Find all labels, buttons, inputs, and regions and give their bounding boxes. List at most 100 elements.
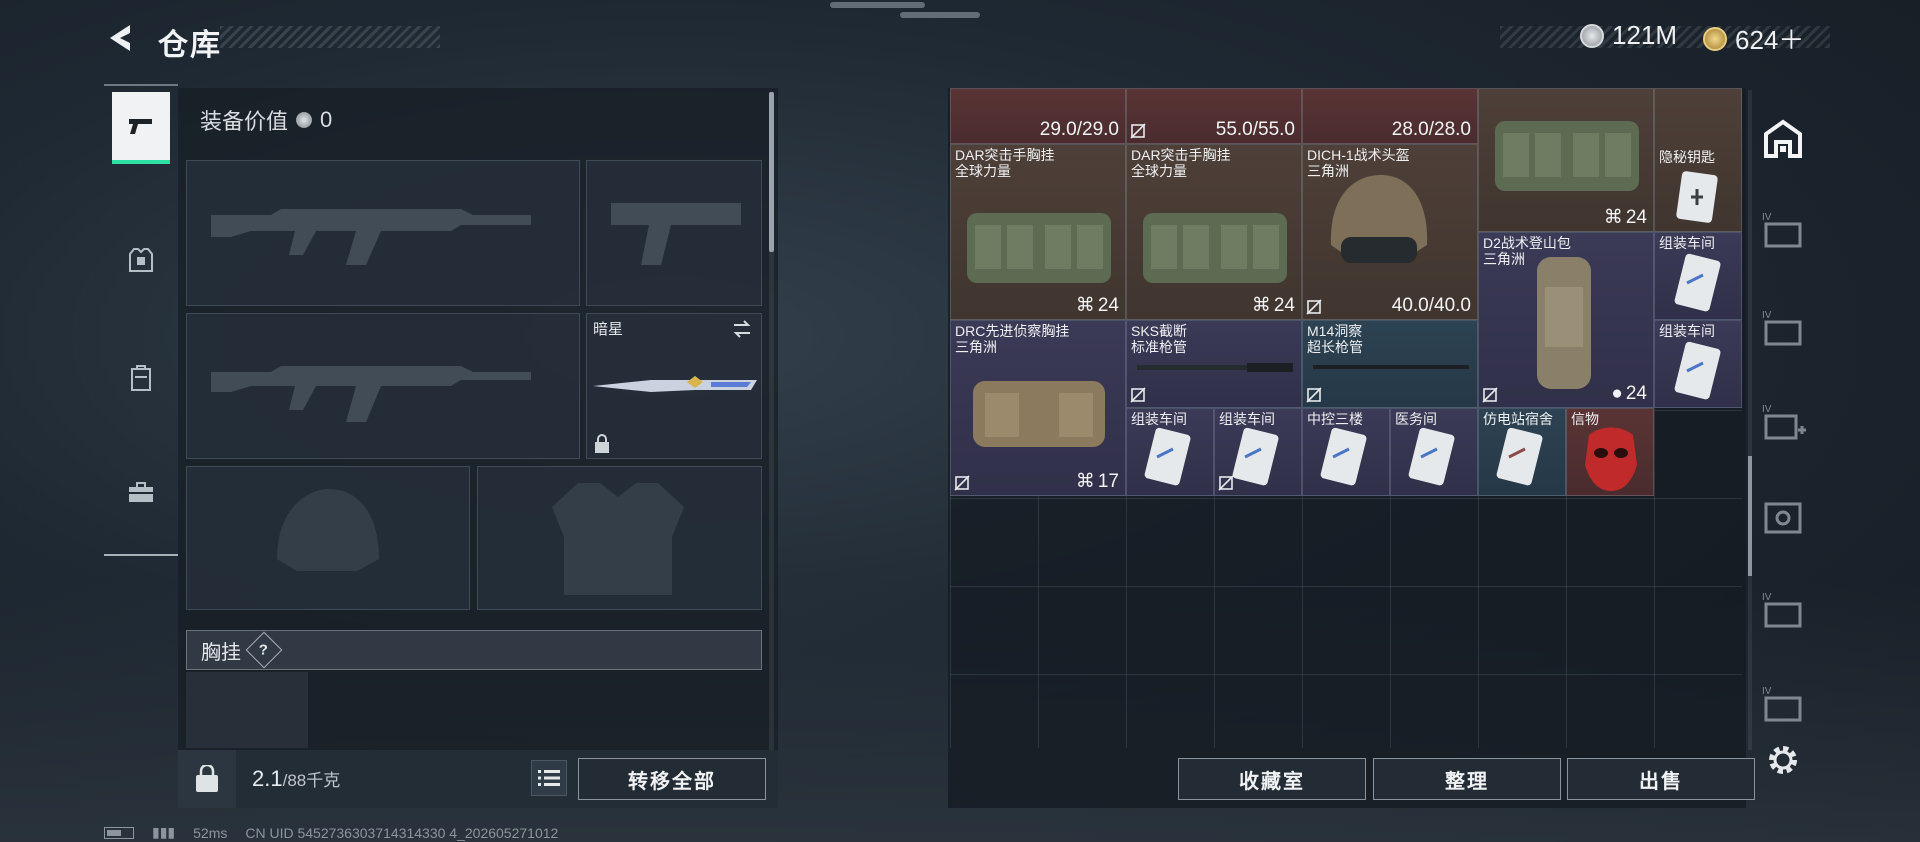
- stash-item[interactable]: DRC先进侦察胸挂 三角洲 ⌘ 17: [950, 320, 1126, 496]
- stash-item[interactable]: 中控三楼: [1302, 408, 1390, 496]
- tab-armor[interactable]: [112, 224, 170, 296]
- pistol-slot[interactable]: [586, 160, 762, 306]
- list-icon: [538, 770, 560, 786]
- stack-icon: ⌘: [1251, 295, 1271, 316]
- briefcase-icon: [129, 482, 153, 502]
- tab-case[interactable]: [112, 456, 170, 528]
- stash-item[interactable]: 组装车间: [1654, 320, 1742, 408]
- stash-item[interactable]: ⌘ 24: [1478, 88, 1654, 232]
- svg-text:IV: IV: [1762, 310, 1772, 321]
- armor-icon: [129, 248, 153, 272]
- key-card-icon: [1496, 427, 1543, 486]
- tab-weapons[interactable]: [112, 92, 170, 164]
- item-durability: 28.0/28.0: [1391, 119, 1471, 140]
- storage-case-icon[interactable]: IV: [1760, 208, 1806, 254]
- item-durability: 55.0/55.0: [1215, 119, 1295, 140]
- no-drop-icon: [1130, 123, 1146, 139]
- warehouse-icon[interactable]: [1760, 116, 1806, 162]
- silver-amount: 121M: [1612, 20, 1678, 50]
- back-arrow-icon[interactable]: [104, 22, 136, 54]
- stash-item[interactable]: 28.0/28.0: [1302, 88, 1478, 144]
- no-drop-icon: [1218, 475, 1234, 491]
- item-name: 组装车间: [1131, 411, 1187, 427]
- gold-currency[interactable]: 624＋: [1703, 20, 1804, 57]
- storage-case-icon[interactable]: IV: [1760, 306, 1806, 352]
- transfer-all-button[interactable]: 转移全部: [578, 758, 766, 800]
- stash-item[interactable]: M14洞察 超长枪管: [1302, 320, 1478, 408]
- collection-room-button[interactable]: 收藏室: [1178, 758, 1366, 800]
- stash-item[interactable]: 医务间: [1390, 408, 1478, 496]
- item-quantity: ● 24: [1611, 383, 1647, 404]
- melee-slot[interactable]: 暗星: [586, 313, 762, 459]
- organize-button[interactable]: 整理: [1373, 758, 1561, 800]
- sell-button[interactable]: 出售: [1567, 758, 1755, 800]
- helmet-slot[interactable]: [186, 466, 470, 610]
- key-card-icon: [1674, 253, 1721, 312]
- body-armor-slot[interactable]: [477, 466, 762, 610]
- stash-item[interactable]: 组装车间: [1214, 408, 1302, 496]
- chest-rig-preview[interactable]: [186, 672, 308, 748]
- stash-item[interactable]: 隐秘钥匙: [1654, 88, 1742, 232]
- equipment-value-amount: 0: [320, 107, 333, 132]
- lock-bag-icon: [196, 765, 218, 792]
- stash-item[interactable]: 29.0/29.0: [950, 88, 1126, 144]
- tabs-divider: [104, 554, 178, 556]
- chest-rig-icon: [1143, 213, 1287, 283]
- chest-rig-icon: [973, 381, 1105, 447]
- ammo-case-icon[interactable]: [1760, 494, 1806, 540]
- key-case-icon[interactable]: IV: [1760, 588, 1806, 634]
- tab-backpack[interactable]: [112, 342, 170, 414]
- stack-icon: ⌘: [1075, 471, 1095, 492]
- chest-rig-label: 胸挂: [201, 641, 241, 664]
- knife-icon: [593, 376, 757, 392]
- weight-indicator: 2.1/88千克: [252, 766, 340, 792]
- silver-coin-icon: [296, 112, 313, 128]
- primary-weapon-slot[interactable]: [186, 160, 580, 306]
- gold-coin-icon: [1703, 26, 1727, 51]
- no-drop-icon: [954, 475, 970, 491]
- pistol-icon: [129, 119, 152, 134]
- medical-case-icon[interactable]: IV: [1760, 400, 1806, 446]
- ping-text: 52ms: [193, 824, 228, 841]
- key-card-icon: [1320, 427, 1367, 486]
- svg-text:IV: IV: [1762, 404, 1772, 415]
- weight-icon: ●: [1611, 383, 1623, 404]
- help-icon[interactable]: ?: [245, 631, 283, 669]
- status-footer: ▮▮▮ 52ms CN UID 5452736303714314330 4_20…: [104, 824, 558, 841]
- svg-text:IV: IV: [1762, 212, 1772, 223]
- backpack-icon: [1537, 257, 1591, 389]
- barrel-icon: [1137, 363, 1293, 372]
- list-view-button[interactable]: [531, 760, 567, 796]
- signal-icon: ▮▮▮: [152, 824, 176, 840]
- svg-text:IV: IV: [1762, 592, 1772, 603]
- page-title: 仓库: [158, 29, 222, 62]
- gear-icon[interactable]: [1765, 742, 1801, 778]
- item-name: 组装车间: [1659, 235, 1715, 251]
- silver-currency: 121M: [1580, 20, 1677, 51]
- item-quantity: ⌘ 24: [1075, 294, 1119, 317]
- ceiling-light: [900, 12, 980, 18]
- key-card-icon: [1676, 171, 1718, 223]
- stash-item[interactable]: SKS截断 标准枪管: [1126, 320, 1302, 408]
- gold-amount: 624＋: [1735, 25, 1805, 55]
- stash-item[interactable]: 55.0/55.0: [1126, 88, 1302, 144]
- bag-lock-button[interactable]: [178, 750, 236, 808]
- secondary-weapon-slot[interactable]: [186, 313, 580, 459]
- stash-item[interactable]: 组装车间: [1654, 232, 1742, 320]
- stash-item[interactable]: DAR突击手胸挂 全球力量 ⌘ 24: [950, 144, 1126, 320]
- gun-case-icon[interactable]: IV: [1760, 682, 1806, 728]
- uid-text: CN UID 5452736303714314330 4_20260527101…: [245, 824, 559, 841]
- equipment-scrollbar[interactable]: [769, 92, 774, 252]
- no-drop-icon: [1306, 299, 1322, 315]
- key-card-icon: [1408, 427, 1455, 486]
- stash-item[interactable]: DAR突击手胸挂 全球力量 ⌘ 24: [1126, 144, 1302, 320]
- no-drop-icon: [1130, 387, 1146, 403]
- stash-item[interactable]: D2战术登山包 三角洲 ● 24: [1478, 232, 1654, 408]
- stash-item[interactable]: 信物: [1566, 408, 1654, 496]
- swap-icon[interactable]: [731, 318, 753, 340]
- stash-item[interactable]: 仿电站宿舍: [1478, 408, 1566, 496]
- stash-item[interactable]: DICH-1战术头盔 三角洲 40.0/40.0: [1302, 144, 1478, 320]
- chest-rig-icon: [1495, 121, 1639, 191]
- stash-item[interactable]: 组装车间: [1126, 408, 1214, 496]
- stash-scrollbar[interactable]: [1748, 456, 1752, 576]
